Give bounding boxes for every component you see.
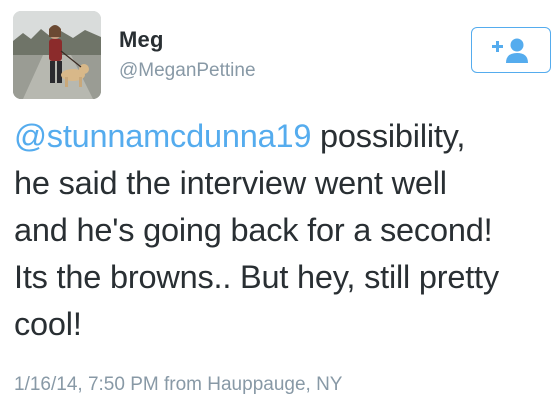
author-name[interactable]: Meg: [119, 27, 164, 53]
mention-link[interactable]: @stunnamcdunna19: [14, 118, 311, 154]
follow-button[interactable]: [471, 27, 551, 73]
follow-user-icon: [492, 38, 528, 63]
tweet-text: @stunnamcdunna19 possibility, he said th…: [14, 113, 554, 348]
author-handle[interactable]: @MeganPettine: [119, 60, 256, 82]
tweet-card: Meg @MeganPettine @stunnamcdunna19 possi…: [0, 0, 555, 419]
avatar[interactable]: [13, 11, 101, 99]
tweet-timestamp[interactable]: 1/16/14, 7:50 PM from Hauppauge, NY: [14, 374, 342, 396]
